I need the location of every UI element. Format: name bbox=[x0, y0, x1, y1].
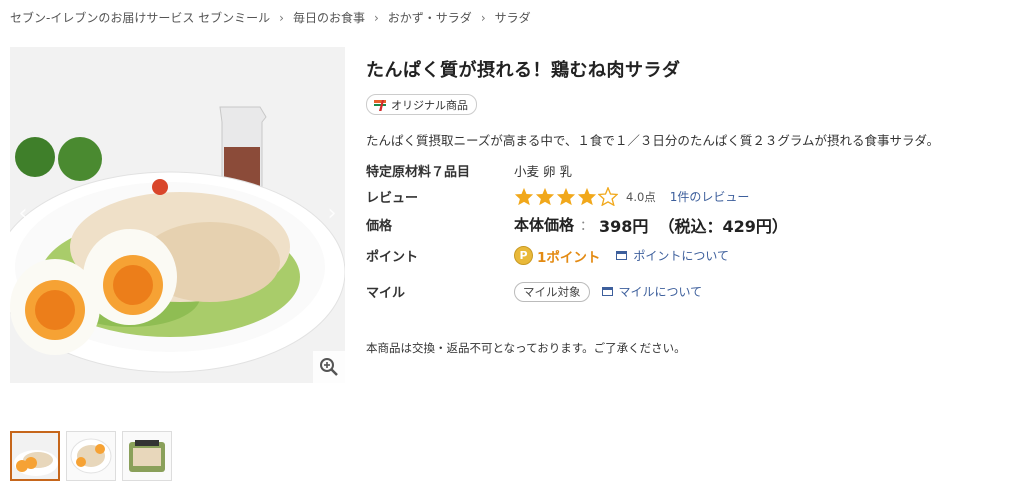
point-info-link[interactable]: ポイントについて bbox=[633, 247, 729, 264]
price-colon: ： bbox=[580, 219, 594, 234]
zoom-in-icon bbox=[320, 358, 338, 376]
thumbnail-image bbox=[12, 433, 58, 479]
return-policy-notice: 本商品は交換・返品不可となっております。ご了承ください。 bbox=[366, 340, 686, 355]
thumbnail-2[interactable] bbox=[66, 431, 116, 481]
window-icon bbox=[616, 251, 628, 260]
base-price-label: 本体価格 bbox=[514, 216, 575, 234]
breadcrumb-separator: › bbox=[373, 10, 379, 25]
rating-stars bbox=[514, 187, 618, 206]
badge-label: オリジナル商品 bbox=[391, 98, 468, 112]
point-coin-icon: P bbox=[514, 246, 533, 265]
mile-label: マイル bbox=[366, 286, 406, 301]
salad-photo bbox=[10, 47, 345, 383]
product-description: たんぱく質摂取ニーズが高まる中で、１食で１／３日分のたんぱく質２３グラムが摂れる… bbox=[366, 132, 940, 148]
original-product-badge: オリジナル商品 bbox=[366, 94, 477, 115]
price-label: 価格 bbox=[366, 219, 393, 234]
star-filled-icon bbox=[577, 187, 597, 206]
breadcrumb-item-home[interactable]: セブン-イレブンのお届けサービス セブンミール bbox=[10, 9, 270, 26]
product-info: たんぱく質が摂れる！鶏むね肉サラダ オリジナル商品 たんぱく質摂取ニーズが高まる… bbox=[366, 56, 1006, 356]
star-filled-icon bbox=[514, 187, 534, 206]
breadcrumb-separator: › bbox=[279, 10, 284, 25]
product-main-image[interactable]: ‹ › bbox=[10, 47, 345, 383]
allergen-value: 小麦 卵 乳 bbox=[514, 163, 572, 179]
breadcrumb-item-side-salad[interactable]: おかず・サラダ bbox=[388, 9, 472, 26]
rating-score: 4.0点 bbox=[626, 189, 656, 204]
review-count-link[interactable]: 1件のレビュー bbox=[670, 188, 750, 205]
thumbnail-1[interactable] bbox=[10, 431, 60, 481]
star-empty-icon bbox=[598, 187, 618, 206]
breadcrumb: セブン-イレブンのお届けサービス セブンミール › 毎日のお食事 › おかず・サ… bbox=[10, 9, 531, 26]
chevron-left-icon[interactable]: ‹ bbox=[12, 197, 34, 229]
review-label: レビュー bbox=[366, 191, 419, 206]
seven-eleven-logo-icon bbox=[374, 99, 386, 111]
product-title: たんぱく質が摂れる！鶏むね肉サラダ bbox=[366, 60, 681, 81]
chevron-right-icon[interactable]: › bbox=[321, 197, 343, 229]
window-icon bbox=[601, 287, 613, 296]
price-row: 価格 本体価格 ： 398円 （税込：429円） bbox=[366, 212, 1006, 238]
mile-row: マイル マイル対象 マイルについて bbox=[366, 274, 1006, 310]
base-price-value: 398円 bbox=[599, 216, 649, 236]
star-filled-icon bbox=[556, 187, 576, 206]
breadcrumb-item-daily-meals[interactable]: 毎日のお食事 bbox=[293, 9, 365, 26]
mile-eligible-badge: マイル対象 bbox=[514, 281, 590, 302]
thumbnail-image bbox=[67, 432, 115, 480]
zoom-in-button[interactable] bbox=[313, 351, 345, 383]
breadcrumb-item-salad[interactable]: サラダ bbox=[495, 9, 531, 26]
thumbnail-list bbox=[10, 431, 172, 481]
tax-included-price: （税込：429円） bbox=[658, 216, 788, 236]
point-row: ポイント P 1ポイント ポイントについて bbox=[366, 238, 1006, 274]
point-label: ポイント bbox=[366, 250, 419, 265]
point-value: 1ポイント bbox=[537, 249, 601, 266]
star-filled-icon bbox=[535, 187, 555, 206]
review-row: レビュー 4.0点 1件のレビュー bbox=[366, 182, 1006, 212]
product-detail-table: 特定原材料７品目 小麦 卵 乳 レビュー 4.0点 1件のレビュー 価格 本体価… bbox=[366, 159, 1006, 310]
thumbnail-image bbox=[123, 432, 171, 480]
mile-info-link[interactable]: マイルについて bbox=[619, 283, 703, 300]
allergen-label: 特定原材料７品目 bbox=[366, 164, 471, 180]
allergen-row: 特定原材料７品目 小麦 卵 乳 bbox=[366, 159, 1006, 182]
thumbnail-3[interactable] bbox=[122, 431, 172, 481]
breadcrumb-separator: › bbox=[480, 10, 486, 25]
